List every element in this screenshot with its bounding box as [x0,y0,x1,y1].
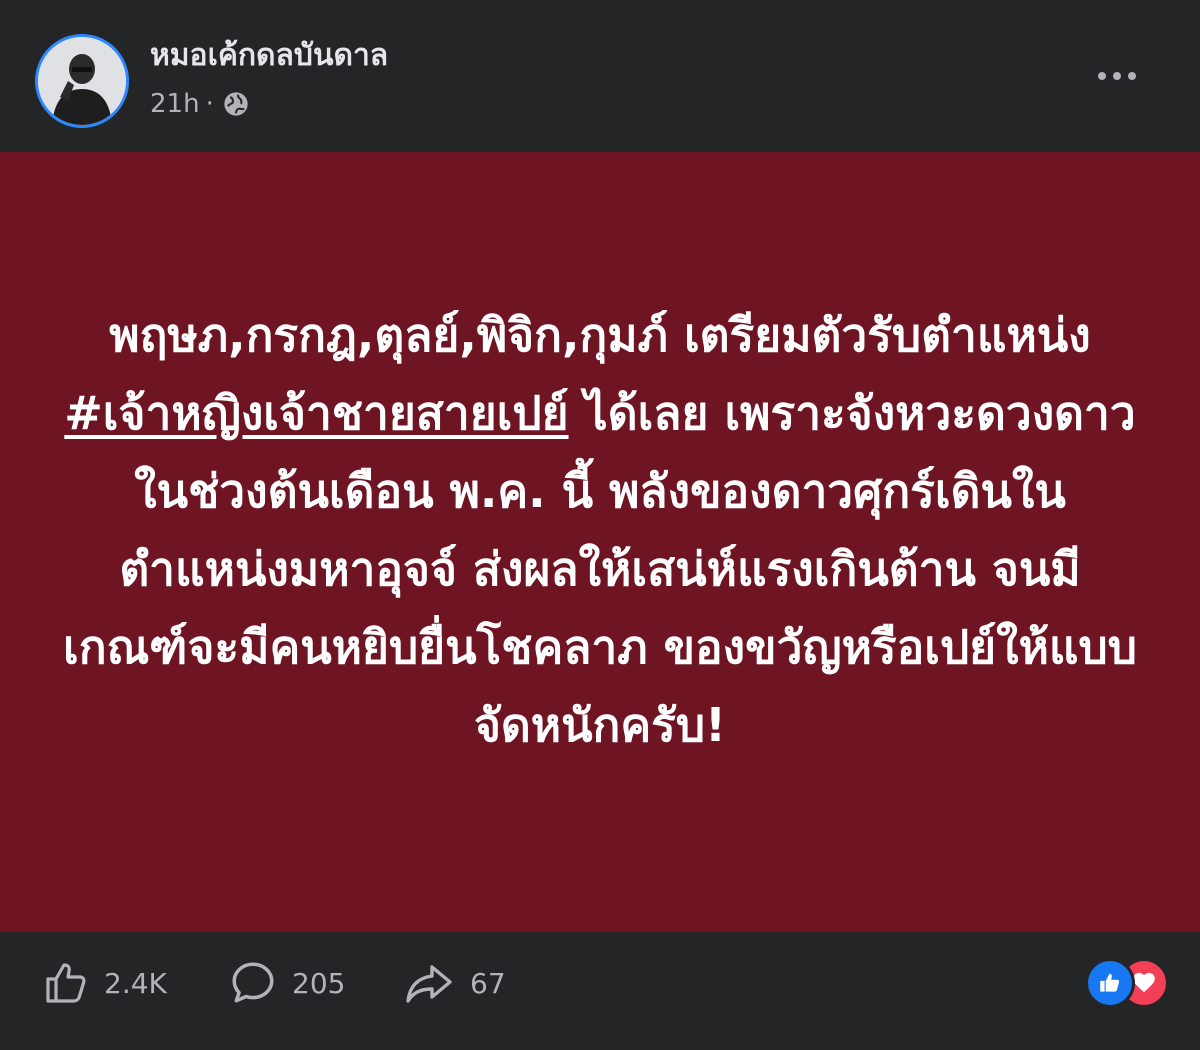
thumbs-up-icon [46,963,86,1003]
post-footer [0,932,1200,1050]
share-count: 67 [470,966,506,1000]
post-text: พฤษภ,กรกฎ,ตุลย์,พิจิก,กุมภ์ เตรียมตัวรับ… [60,296,1140,764]
author-avatar[interactable] [35,34,129,128]
comment-button[interactable]: 205 [228,955,345,1011]
author-name[interactable]: หมอเค้กดลบันดาล [150,36,388,76]
post-text-part-2: ได้เลย เพราะจังหวะดวงดาวในช่วงต้นเดือน พ… [63,386,1137,752]
more-options-icon [1098,72,1136,80]
like-button[interactable]: 2.4K [42,955,167,1011]
avatar-image [38,37,126,125]
share-arrow-icon [406,965,452,1003]
post-text-part-1: พฤษภ,กรกฎ,ตุลย์,พิจิก,กุมภ์ เตรียมตัวรับ… [109,308,1091,362]
globe-icon[interactable] [222,90,250,118]
post-text-background: พฤษภ,กรกฎ,ตุลย์,พิจิก,กุมภ์ เตรียมตัวรับ… [0,152,1200,932]
comment-bubble-icon [232,962,274,1003]
more-options-button[interactable] [1092,56,1142,96]
post-header: หมอเค้กดลบันดาล 21h · [0,0,1200,152]
hashtag-link[interactable]: #เจ้าหญิงเจ้าชายสายเปย์ [64,386,568,440]
like-count: 2.4K [104,966,167,1000]
reactions-summary[interactable] [1085,958,1175,1008]
post-timestamp[interactable]: 21h [150,89,200,119]
share-button[interactable]: 67 [404,955,506,1011]
post-meta: 21h · [150,86,250,122]
like-reaction-icon [1085,958,1135,1008]
facebook-post: หมอเค้กดลบันดาล 21h · พฤษภ,กรกฎ,ตุลย์,พิ… [0,0,1200,1050]
comment-count: 205 [292,966,346,1000]
meta-separator: · [205,89,214,119]
